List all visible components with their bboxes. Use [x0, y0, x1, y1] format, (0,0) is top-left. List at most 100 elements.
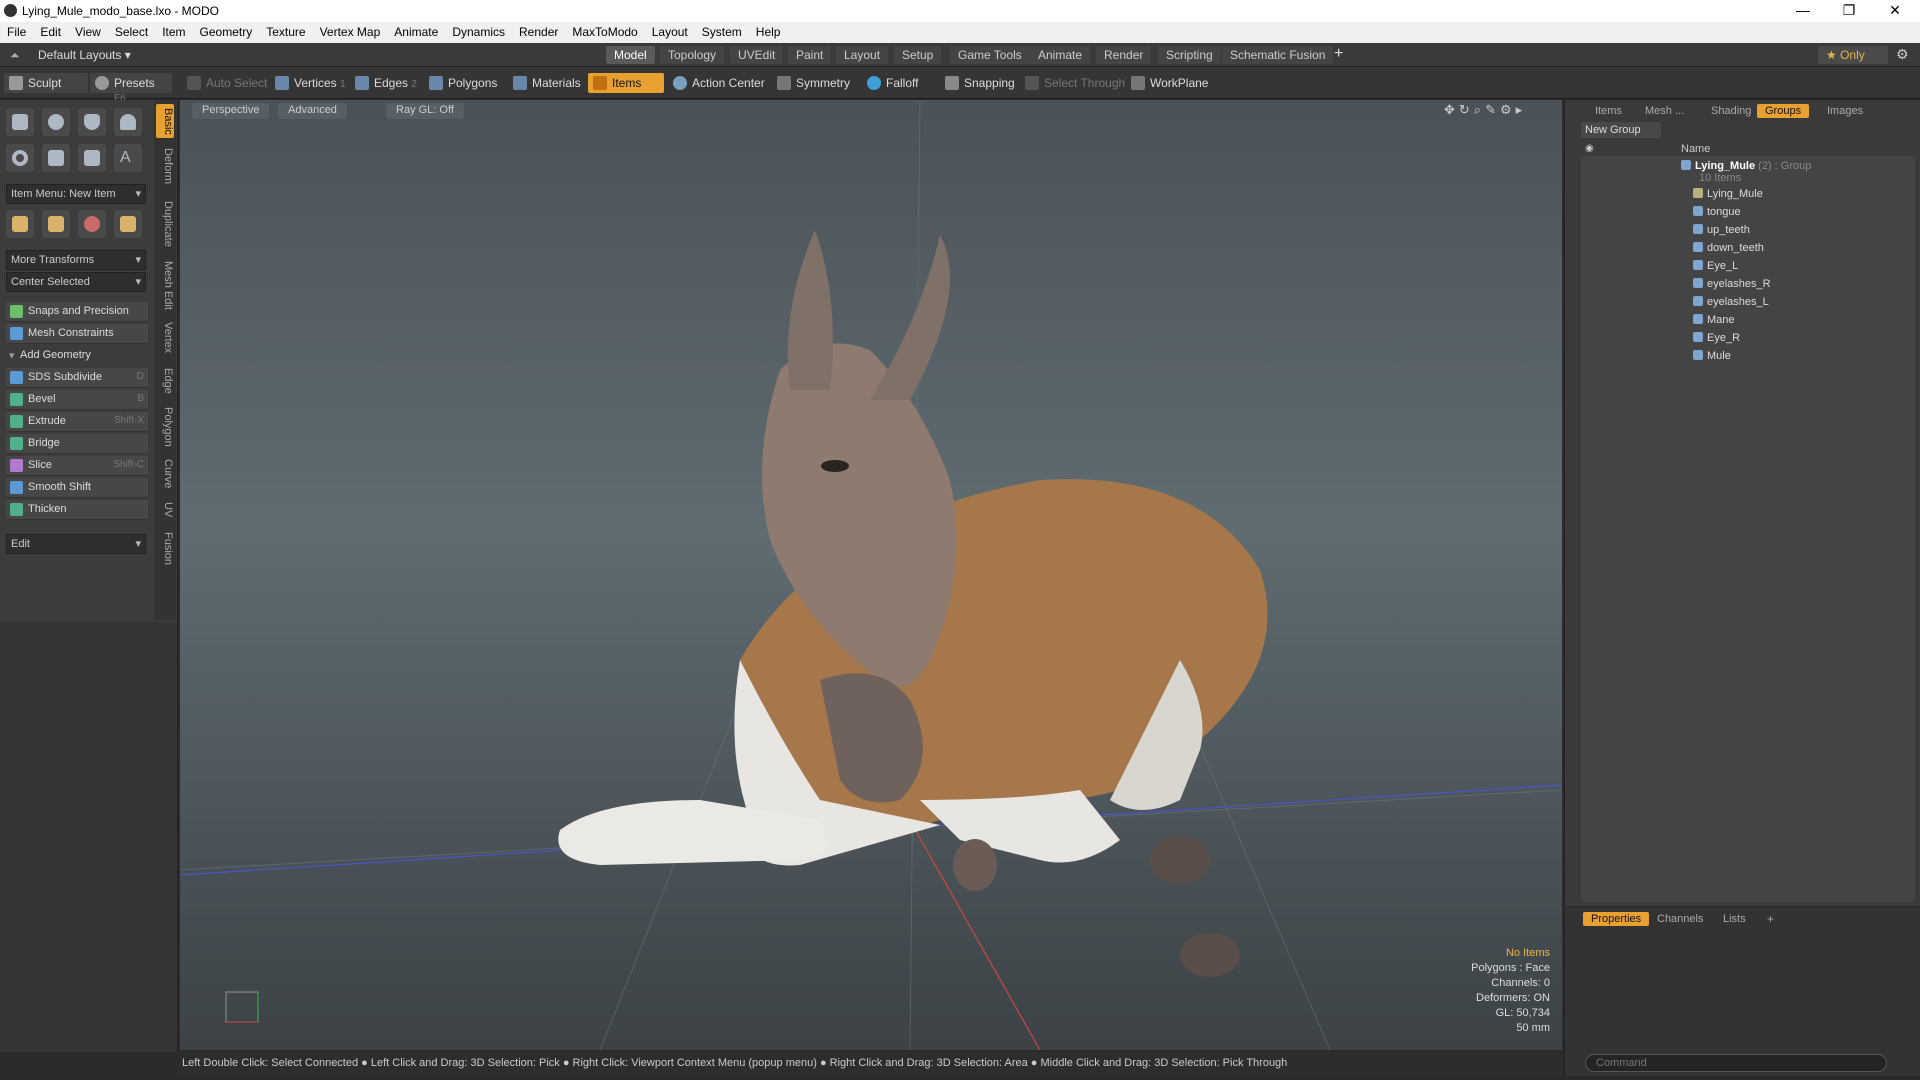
- menu-item[interactable]: Item: [155, 22, 192, 39]
- list-item[interactable]: Eye_L: [1693, 260, 1738, 272]
- tab-shading[interactable]: Shading: [1703, 104, 1759, 118]
- vtab-basic[interactable]: Basic: [156, 104, 174, 138]
- tab-uvedit[interactable]: UVEdit: [730, 46, 784, 64]
- menu-vertex-map[interactable]: Vertex Map: [313, 22, 388, 39]
- collapse-icon[interactable]: ⏶: [10, 48, 20, 63]
- menu-dynamics[interactable]: Dynamics: [445, 22, 512, 39]
- menu-help[interactable]: Help: [749, 22, 788, 39]
- list-item[interactable]: Eye_R: [1693, 332, 1740, 344]
- menu-geometry[interactable]: Geometry: [193, 22, 260, 39]
- snapping-button[interactable]: Snapping: [940, 73, 1021, 93]
- text-primitive-button[interactable]: A: [114, 144, 142, 172]
- tab-scripting[interactable]: Scripting: [1158, 46, 1221, 64]
- add-tab-button[interactable]: +: [1334, 45, 1343, 63]
- tab-game-tools[interactable]: Game Tools: [950, 46, 1030, 64]
- tab-paint[interactable]: Paint: [788, 46, 832, 64]
- vtab-deform[interactable]: Deform: [156, 144, 174, 188]
- auto-select-button[interactable]: Auto Select: [182, 73, 273, 93]
- cone-primitive-button[interactable]: [114, 108, 142, 136]
- only-button[interactable]: ★ Only: [1818, 46, 1888, 64]
- tab-render[interactable]: Render: [1096, 46, 1152, 64]
- presets-button[interactable]: Presets F6: [90, 73, 172, 104]
- sculpt-button[interactable]: Sculpt: [4, 73, 88, 93]
- workplane-button[interactable]: WorkPlane: [1126, 73, 1214, 93]
- action-center-button[interactable]: Action Center: [668, 73, 771, 93]
- vtab-polygon[interactable]: Polygon: [156, 404, 174, 450]
- tab-schematic-fusion[interactable]: Schematic Fusion: [1222, 46, 1334, 64]
- gear-icon[interactable]: ⚙: [1896, 46, 1909, 63]
- vtab-duplicate[interactable]: Duplicate: [156, 196, 174, 252]
- cylinder-primitive-button[interactable]: [78, 108, 106, 136]
- tool-bevel[interactable]: Bevel B: [6, 390, 148, 410]
- falloff-button[interactable]: Falloff: [862, 73, 924, 93]
- list-item[interactable]: Mane: [1693, 314, 1735, 326]
- more-transforms-dropdown[interactable]: More Transforms: [6, 250, 146, 270]
- list-item[interactable]: Lying_Mule: [1693, 188, 1763, 200]
- item-menu-dropdown[interactable]: Item Menu: New Item: [6, 184, 146, 204]
- add-tab-icon[interactable]: +: [1767, 912, 1774, 926]
- menu-file[interactable]: File: [0, 22, 33, 39]
- add-geometry-header[interactable]: ▾ Add Geometry: [6, 346, 148, 364]
- tool-extrude[interactable]: Extrude Shift-X: [6, 412, 148, 432]
- 3d-viewport[interactable]: Perspective Advanced Ray GL: Off ✥↻⌕✎⚙▸: [180, 100, 1562, 1050]
- tool-bridge[interactable]: Bridge: [6, 434, 148, 454]
- menu-render[interactable]: Render: [512, 22, 565, 39]
- mesh-constraints-button[interactable]: Mesh Constraints: [6, 324, 148, 344]
- menu-texture[interactable]: Texture: [259, 22, 312, 39]
- tool-slice[interactable]: Slice Shift-C: [6, 456, 148, 476]
- close-button[interactable]: ✕: [1872, 2, 1918, 19]
- capsule-primitive-button[interactable]: [42, 144, 70, 172]
- minimize-button[interactable]: —: [1780, 2, 1826, 18]
- group-row[interactable]: Lying_Mule (2) : Group: [1681, 160, 1811, 172]
- edit-dropdown[interactable]: Edit: [6, 534, 146, 554]
- tab-model[interactable]: Model: [606, 46, 655, 64]
- tab-lists[interactable]: Lists: [1715, 912, 1754, 926]
- tab-topology[interactable]: Topology: [660, 46, 725, 64]
- list-item[interactable]: up_teeth: [1693, 224, 1750, 236]
- edges-button[interactable]: Edges 2: [350, 73, 423, 93]
- list-item[interactable]: eyelashes_R: [1693, 278, 1771, 290]
- maximize-button[interactable]: ❐: [1826, 2, 1872, 19]
- tab-layout[interactable]: Layout: [836, 46, 889, 64]
- tool-smooth-shift[interactable]: Smooth Shift: [6, 478, 148, 498]
- tab-channels[interactable]: Channels: [1649, 912, 1711, 926]
- list-item[interactable]: Mule: [1693, 350, 1731, 362]
- vtab-curve[interactable]: Curve: [156, 456, 174, 492]
- snaps-precision-button[interactable]: Snaps and Precision: [6, 302, 148, 322]
- sphere-primitive-button[interactable]: [42, 108, 70, 136]
- tab-mesh[interactable]: Mesh ...: [1637, 104, 1692, 118]
- list-item[interactable]: down_teeth: [1693, 242, 1764, 254]
- list-item[interactable]: tongue: [1693, 206, 1741, 218]
- vtab-mesh-edit[interactable]: Mesh Edit: [156, 258, 174, 312]
- vertices-button[interactable]: Vertices 1: [270, 73, 352, 93]
- menu-system[interactable]: System: [695, 22, 749, 39]
- center-selected-dropdown[interactable]: Center Selected: [6, 272, 146, 292]
- menu-edit[interactable]: Edit: [33, 22, 68, 39]
- polygons-button[interactable]: Polygons: [424, 73, 503, 93]
- move-tool-button[interactable]: [6, 210, 34, 238]
- tab-properties[interactable]: Properties: [1583, 912, 1650, 926]
- mule-model[interactable]: [558, 230, 1268, 977]
- tool-sds-subdivide[interactable]: SDS Subdivide D: [6, 368, 148, 388]
- tab-items[interactable]: Items: [1587, 104, 1630, 118]
- layout-selector[interactable]: Default Layouts ▾: [38, 48, 131, 62]
- select-through-button[interactable]: Select Through: [1020, 73, 1131, 93]
- symmetry-button[interactable]: Symmetry: [772, 73, 856, 93]
- vtab-fusion[interactable]: Fusion: [156, 528, 174, 570]
- transform-tool-button[interactable]: [114, 210, 142, 238]
- tab-animate[interactable]: Animate: [1030, 46, 1091, 64]
- torus-primitive-button[interactable]: [6, 144, 34, 172]
- tab-images[interactable]: Images: [1819, 104, 1871, 118]
- vtab-vertex[interactable]: Vertex: [156, 318, 174, 358]
- menu-animate[interactable]: Animate: [387, 22, 445, 39]
- list-item[interactable]: eyelashes_L: [1693, 296, 1769, 308]
- pen-primitive-button[interactable]: [78, 144, 106, 172]
- menu-maxtomodo[interactable]: MaxToModo: [565, 22, 644, 39]
- vtab-uv[interactable]: UV: [156, 498, 174, 522]
- cube-primitive-button[interactable]: [6, 108, 34, 136]
- scale-tool-button[interactable]: [78, 210, 106, 238]
- menu-select[interactable]: Select: [108, 22, 155, 39]
- rotate-tool-button[interactable]: [42, 210, 70, 238]
- menu-layout[interactable]: Layout: [645, 22, 695, 39]
- command-input[interactable]: Command: [1585, 1054, 1887, 1072]
